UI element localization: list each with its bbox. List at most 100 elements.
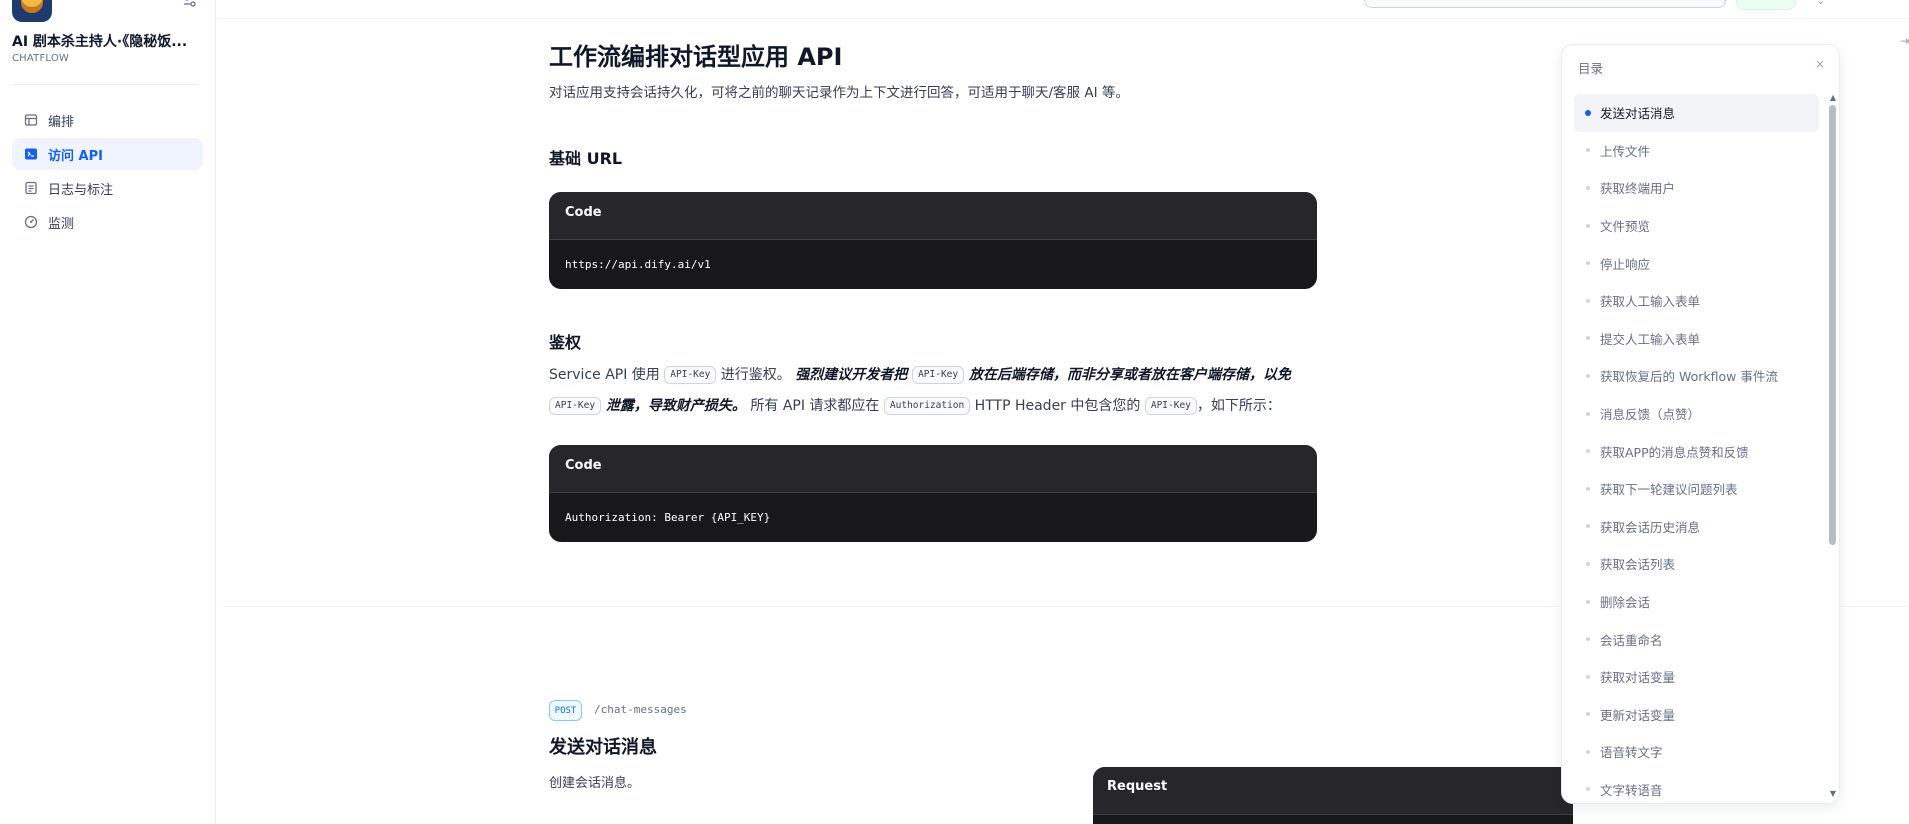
- chevron-down-icon[interactable]: ⌄: [1816, 0, 1825, 7]
- table-of-contents: 目录 × 发送对话消息上传文件获取终端用户 文件预览停止响应 获取人工输入表单 提交人…: [1561, 44, 1840, 804]
- toc-item-label: 上传文件: [1600, 143, 1651, 159]
- toc-item[interactable]: 会话重命名: [1574, 620, 1819, 658]
- endpoint-heading: 发送对话消息: [549, 737, 657, 758]
- page-title: 工作流编排对话型应用 API: [549, 43, 843, 71]
- sidebar-item-monitoring[interactable]: 监测: [12, 206, 203, 238]
- toc-toggle-icon[interactable]: ⇥: [1900, 34, 1909, 48]
- scroll-down-icon[interactable]: ▼: [1830, 789, 1836, 798]
- auth-code-block: Code Authorization: Bearer {API_KEY}: [549, 445, 1317, 542]
- bullet-icon: [1586, 261, 1590, 266]
- sidebar-item-orchestrate[interactable]: 编排: [12, 104, 203, 136]
- api-status-badge[interactable]: [1736, 0, 1796, 10]
- sidebar-item-access-api[interactable]: 访问 API: [12, 138, 203, 170]
- auth-warning-text: 泄露，导致财产损失。: [601, 398, 746, 414]
- toc-item[interactable]: 获取会话列表: [1574, 545, 1819, 583]
- toc-item[interactable]: 消息反馈（点赞）: [1574, 395, 1819, 433]
- bullet-icon: [1586, 336, 1590, 341]
- base-url-heading: 基础 URL: [549, 149, 623, 168]
- sidebar-nav: 编排 访问 API 日志与标注 监测: [12, 104, 203, 240]
- toc-item[interactable]: 获取下一轮建议问题列表: [1574, 470, 1819, 508]
- bullet-icon: [1586, 674, 1590, 679]
- sidebar-item-label: 监测: [48, 216, 75, 232]
- toc-item-label: 语音转文字: [1600, 745, 1663, 761]
- sidebar: AI 剧本杀主持人·《隐秘饭... CHATFLOW 编排 访问 API 日志与…: [0, 0, 216, 824]
- toc-item[interactable]: 语音转文字: [1574, 733, 1819, 771]
- bullet-icon: [1586, 298, 1590, 303]
- scroll-up-icon[interactable]: ▲: [1830, 93, 1836, 102]
- toc-item[interactable]: 提交人工输入表单: [1574, 320, 1819, 358]
- toc-item-label: 消息反馈（点赞）: [1600, 407, 1701, 423]
- bullet-icon: [1586, 787, 1590, 792]
- toc-list: 发送对话消息上传文件获取终端用户 文件预览停止响应 获取人工输入表单 提交人工输入表单…: [1574, 94, 1819, 803]
- close-icon[interactable]: ×: [1815, 57, 1825, 71]
- bullet-icon: [1586, 637, 1590, 642]
- auth-warning-text: 放在后端存储，而非分享或者放在客户端存储，以免: [964, 367, 1291, 383]
- method-badge: POST: [549, 700, 582, 721]
- app-mode-label: CHATFLOW: [12, 53, 70, 64]
- toc-item[interactable]: 获取APP的消息点赞和反馈: [1574, 432, 1819, 470]
- app-settings-icon[interactable]: [183, 0, 199, 10]
- sidebar-item-logs[interactable]: 日志与标注: [12, 172, 203, 204]
- auth-text: 进行鉴权。: [716, 367, 796, 383]
- api-key-chip: API-Key: [549, 397, 602, 415]
- base-url-code[interactable]: https://api.dify.ai/v1: [549, 240, 1317, 271]
- bullet-icon: [1586, 223, 1590, 228]
- toc-item-label: 更新对话变量: [1600, 707, 1676, 723]
- auth-header-code[interactable]: Authorization: Bearer {API_KEY}: [549, 493, 1317, 524]
- toc-scrollbar[interactable]: [1829, 105, 1836, 545]
- toc-item[interactable]: 获取会话历史消息: [1574, 508, 1819, 546]
- toc-item-label: 文件预览: [1600, 219, 1651, 235]
- app-root: AI 剧本杀主持人·《隐秘饭... CHATFLOW 编排 访问 API 日志与…: [0, 0, 1909, 824]
- toc-item[interactable]: 发送对话消息: [1574, 94, 1819, 132]
- bullet-icon: [1586, 599, 1590, 604]
- auth-text: 所有 API 请求都应在: [745, 398, 884, 414]
- api-key-bar[interactable]: [1364, 0, 1726, 8]
- sidebar-divider: [12, 84, 199, 85]
- auth-text: ，如下所示：: [1196, 398, 1281, 414]
- toc-item[interactable]: 文件预览: [1574, 207, 1819, 245]
- toc-item-label: 获取对话变量: [1600, 670, 1676, 686]
- bullet-icon: [1586, 185, 1590, 190]
- toc-item[interactable]: 删除会话: [1574, 583, 1819, 621]
- bullet-icon: [1586, 411, 1590, 416]
- api-key-chip: API-Key: [664, 366, 717, 384]
- toc-item[interactable]: 更新对话变量: [1574, 696, 1819, 734]
- auth-text: HTTP Header 中包含您的: [970, 398, 1145, 414]
- bullet-icon: [1586, 449, 1590, 454]
- toc-item[interactable]: 文字转语音: [1574, 771, 1819, 803]
- toc-item[interactable]: 获取人工输入表单: [1574, 282, 1819, 320]
- auth-text: Service API 使用: [549, 367, 665, 383]
- toc-title: 目录: [1578, 61, 1604, 76]
- toc-item-label: 文字转语音: [1600, 782, 1663, 798]
- terminal-icon: [24, 147, 38, 161]
- toc-item[interactable]: 上传文件: [1574, 132, 1819, 170]
- code-block-label: Code: [549, 445, 1317, 493]
- sidebar-item-label: 日志与标注: [48, 182, 114, 198]
- app-title: AI 剧本杀主持人·《隐秘饭...: [12, 34, 188, 50]
- toc-item-label: 获取会话列表: [1600, 557, 1676, 573]
- app-avatar-icon[interactable]: [12, 0, 52, 22]
- file-list-icon: [24, 181, 38, 195]
- bullet-icon: [1586, 373, 1590, 378]
- bullet-icon: [1586, 486, 1590, 491]
- sidebar-item-label: 访问 API: [48, 148, 103, 164]
- toc-item[interactable]: 获取恢复后的 Workflow 事件流: [1574, 357, 1819, 395]
- request-code-block: Request: [1093, 767, 1573, 824]
- header-divider: [217, 18, 1909, 19]
- toc-item-label: 删除会话: [1600, 595, 1651, 611]
- toc-item-label: 会话重命名: [1600, 632, 1663, 648]
- bullet-icon: [1585, 109, 1591, 116]
- page-description: 对话应用支持会话持久化，可将之前的聊天记录作为上下文进行回答，可适用于聊天/客服…: [549, 85, 1129, 101]
- dashboard-icon: [24, 215, 38, 229]
- base-url-code-block: Code https://api.dify.ai/v1: [549, 192, 1317, 289]
- endpoint-description: 创建会话消息。: [549, 776, 641, 791]
- bullet-icon: [1586, 561, 1590, 566]
- api-key-chip: API-Key: [1144, 397, 1197, 415]
- toc-item-label: 获取下一轮建议问题列表: [1600, 482, 1738, 498]
- bullet-icon: [1586, 524, 1590, 529]
- toc-item[interactable]: 获取终端用户: [1574, 169, 1819, 207]
- toc-item[interactable]: 获取对话变量: [1574, 658, 1819, 696]
- toc-item[interactable]: 停止响应: [1574, 244, 1819, 282]
- auth-paragraph: Service API 使用 API-Key 进行鉴权。 强烈建议开发者把 AP…: [549, 360, 1319, 422]
- toc-item-label: 获取终端用户: [1600, 181, 1676, 197]
